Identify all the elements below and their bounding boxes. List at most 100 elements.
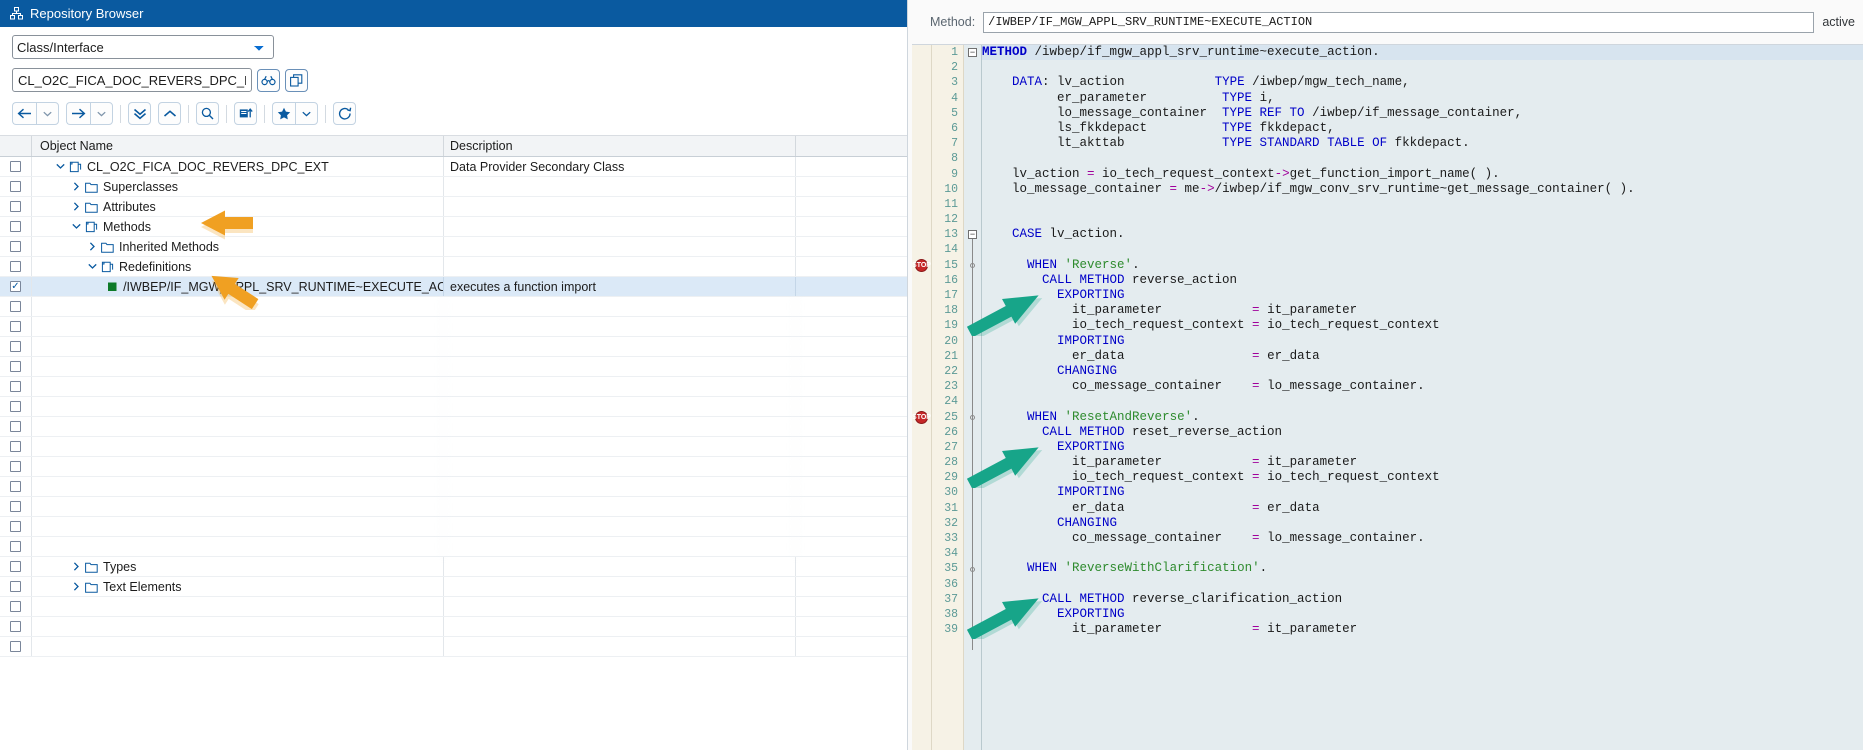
code-line[interactable] <box>982 577 1863 592</box>
code-line[interactable]: CALL METHOD reverse_action <box>982 273 1863 288</box>
cell-object-name[interactable] <box>32 337 444 356</box>
row-checkbox[interactable] <box>10 581 21 592</box>
table-row[interactable] <box>0 617 907 637</box>
code-text-area[interactable]: METHOD /iwbep/if_mgw_appl_srv_runtime~ex… <box>982 45 1863 750</box>
cell-object-name[interactable] <box>32 597 444 616</box>
cell-object-name[interactable]: /IWBEP/IF_MGW_APPL_SRV_RUNTIME~EXECUTE_A… <box>32 277 444 296</box>
table-row[interactable] <box>0 457 907 477</box>
code-line[interactable]: CALL METHOD reverse_clarification_action <box>982 592 1863 607</box>
table-row[interactable] <box>0 437 907 457</box>
table-row[interactable] <box>0 337 907 357</box>
row-checkbox[interactable] <box>10 641 21 652</box>
method-name-input[interactable] <box>983 11 1815 33</box>
row-checkbox[interactable] <box>10 521 21 532</box>
expand-all-button[interactable] <box>158 102 181 125</box>
code-line[interactable]: IMPORTING <box>982 485 1863 500</box>
row-checkbox[interactable] <box>10 261 21 272</box>
row-checkbox[interactable] <box>10 381 21 392</box>
copy-button[interactable] <box>285 68 308 92</box>
table-row[interactable] <box>0 377 907 397</box>
code-line[interactable]: lo_message_container = me->/iwbep/if_mgw… <box>982 182 1863 197</box>
row-checkbox[interactable] <box>10 441 21 452</box>
code-line[interactable]: CHANGING <box>982 516 1863 531</box>
code-line[interactable] <box>982 212 1863 227</box>
forward-button[interactable] <box>66 102 90 125</box>
tree-twisty-expanded[interactable] <box>86 263 99 270</box>
code-folding-gutter[interactable]: − − <box>964 45 982 750</box>
tree-twisty-expanded[interactable] <box>54 163 67 170</box>
code-line[interactable]: WHEN 'ReverseWithClarification'. <box>982 561 1863 576</box>
code-line[interactable]: ls_fkkdepact TYPE fkkdepact, <box>982 121 1863 136</box>
row-checkbox[interactable] <box>10 281 21 292</box>
cell-object-name[interactable] <box>32 417 444 436</box>
cell-object-name[interactable] <box>32 317 444 336</box>
code-line[interactable]: CASE lv_action. <box>982 227 1863 242</box>
table-row[interactable] <box>0 357 907 377</box>
back-button[interactable] <box>12 102 36 125</box>
fold-toggle-icon[interactable]: − <box>968 230 977 240</box>
code-line[interactable]: WHEN 'ResetAndReverse'. <box>982 410 1863 425</box>
table-row[interactable]: CL_O2C_FICA_DOC_REVERS_DPC_EXT Data Provi… <box>0 157 907 177</box>
row-checkbox[interactable] <box>10 161 21 172</box>
code-line[interactable]: CHANGING <box>982 364 1863 379</box>
row-checkbox[interactable] <box>10 221 21 232</box>
cell-object-name[interactable] <box>32 357 444 376</box>
cell-object-name[interactable] <box>32 537 444 556</box>
tree-twisty-collapsed[interactable] <box>70 182 83 191</box>
code-line[interactable]: er_data = er_data <box>982 349 1863 364</box>
code-line[interactable] <box>982 151 1863 166</box>
table-row[interactable]: Text Elements <box>0 577 907 597</box>
tree-twisty-collapsed[interactable] <box>86 242 99 251</box>
code-line[interactable] <box>982 197 1863 212</box>
table-row[interactable]: /IWBEP/IF_MGW_APPL_SRV_RUNTIME~EXECUTE_A… <box>0 277 907 297</box>
cell-object-name[interactable] <box>32 297 444 316</box>
table-row[interactable] <box>0 477 907 497</box>
tree-twisty-collapsed[interactable] <box>70 202 83 211</box>
cell-object-name[interactable] <box>32 637 444 656</box>
column-header-description[interactable]: Description <box>444 136 796 156</box>
table-row[interactable]: Methods <box>0 217 907 237</box>
row-checkbox[interactable] <box>10 561 21 572</box>
code-line[interactable] <box>982 60 1863 75</box>
source-code-editor[interactable]: STOP STOP 1 2 3 4 5 6 7 8 9 10 11 12 13 14 15 16 17 18 19 20… <box>912 44 1863 750</box>
code-line[interactable]: lt_akttab TYPE STANDARD TABLE OF fkkdepa… <box>982 136 1863 151</box>
row-checkbox[interactable] <box>10 301 21 312</box>
cell-object-name[interactable]: Inherited Methods <box>32 237 444 256</box>
favorites-dropdown-button[interactable] <box>295 102 318 125</box>
row-checkbox[interactable] <box>10 201 21 212</box>
collapse-all-button[interactable] <box>128 102 151 125</box>
row-checkbox[interactable] <box>10 401 21 412</box>
code-line[interactable]: lo_message_container TYPE REF TO /iwbep/… <box>982 106 1863 121</box>
row-checkbox[interactable] <box>10 421 21 432</box>
code-line[interactable]: io_tech_request_context = io_tech_reques… <box>982 318 1863 333</box>
code-line[interactable]: co_message_container = lo_message_contai… <box>982 531 1863 546</box>
cell-object-name[interactable] <box>32 477 444 496</box>
row-checkbox[interactable] <box>10 601 21 612</box>
row-checkbox[interactable] <box>10 541 21 552</box>
table-row[interactable]: Superclasses <box>0 177 907 197</box>
code-line[interactable]: IMPORTING <box>982 334 1863 349</box>
code-line[interactable]: er_parameter TYPE i, <box>982 91 1863 106</box>
code-line[interactable]: it_parameter = it_parameter <box>982 303 1863 318</box>
back-dropdown-button[interactable] <box>36 102 59 125</box>
code-line[interactable]: it_parameter = it_parameter <box>982 622 1863 637</box>
cell-object-name[interactable] <box>32 457 444 476</box>
code-line[interactable]: co_message_container = lo_message_contai… <box>982 379 1863 394</box>
column-header-object-name[interactable]: Object Name <box>32 136 444 156</box>
search-glasses-button[interactable] <box>257 68 280 92</box>
object-name-input[interactable] <box>12 68 252 92</box>
refresh-button[interactable] <box>333 102 356 125</box>
table-row[interactable] <box>0 397 907 417</box>
row-checkbox[interactable] <box>10 501 21 512</box>
code-line[interactable]: io_tech_request_context = io_tech_reques… <box>982 470 1863 485</box>
forward-dropdown-button[interactable] <box>90 102 113 125</box>
row-checkbox[interactable] <box>10 321 21 332</box>
link-with-editor-button[interactable] <box>234 102 257 125</box>
cell-object-name[interactable] <box>32 377 444 396</box>
table-row[interactable]: Attributes <box>0 197 907 217</box>
code-line[interactable]: EXPORTING <box>982 288 1863 303</box>
table-row[interactable] <box>0 297 907 317</box>
table-row[interactable] <box>0 497 907 517</box>
code-line[interactable]: er_data = er_data <box>982 501 1863 516</box>
code-line[interactable]: METHOD /iwbep/if_mgw_appl_srv_runtime~ex… <box>982 45 1863 61</box>
